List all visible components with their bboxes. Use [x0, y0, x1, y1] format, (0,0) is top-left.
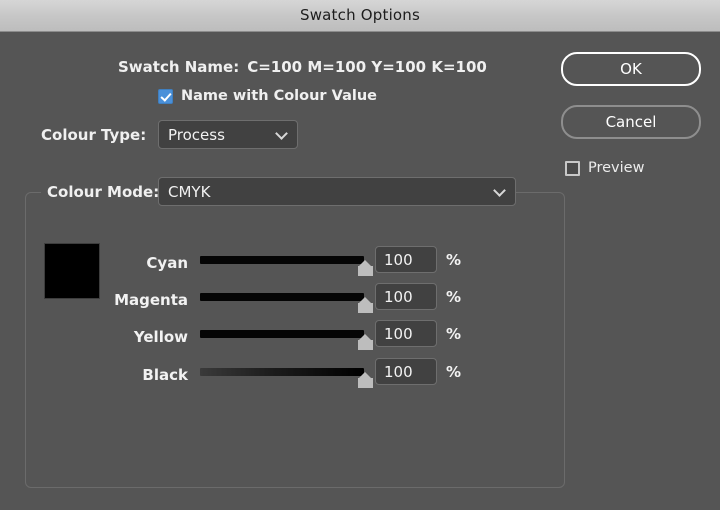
channel-row-black: Black 100 %: [110, 362, 470, 390]
channel-input-yellow[interactable]: 100: [375, 320, 437, 347]
channel-label-cyan: Cyan: [110, 254, 188, 272]
channel-slider-handle-black[interactable]: [358, 372, 373, 388]
channel-row-yellow: Yellow 100 %: [110, 324, 470, 352]
swatch-options-dialog: Swatch Options Swatch Name: C=100 M=100 Y…: [0, 0, 720, 510]
ok-button[interactable]: OK: [561, 52, 701, 86]
channel-unit-magenta: %: [446, 288, 461, 306]
chevron-down-icon: [495, 186, 505, 196]
channel-unit-yellow: %: [446, 325, 461, 343]
channel-label-yellow: Yellow: [110, 328, 188, 346]
channel-unit-cyan: %: [446, 251, 461, 269]
name-with-colour-value-checkbox[interactable]: [158, 89, 173, 104]
channel-input-magenta[interactable]: 100: [375, 283, 437, 310]
channel-slider-track-black[interactable]: [200, 368, 364, 376]
colour-mode-label: Colour Mode:: [41, 183, 165, 201]
name-with-colour-value-label: Name with Colour Value: [181, 88, 377, 104]
swatch-name-value: C=100 M=100 Y=100 K=100: [247, 58, 487, 76]
preview-row[interactable]: Preview: [565, 160, 644, 176]
channel-label-magenta: Magenta: [110, 291, 188, 309]
colour-type-select[interactable]: Process: [158, 120, 298, 149]
colour-mode-select[interactable]: CMYK: [158, 177, 516, 206]
swatch-colour-preview: [44, 243, 100, 299]
channel-input-black[interactable]: 100: [375, 358, 437, 385]
channel-label-black: Black: [110, 366, 188, 384]
colour-mode-value: CMYK: [168, 183, 210, 201]
channel-row-magenta: Magenta 100 %: [110, 287, 470, 315]
channel-slider-handle-yellow[interactable]: [358, 334, 373, 350]
cancel-button[interactable]: Cancel: [561, 105, 701, 139]
channel-slider-track-magenta[interactable]: [200, 293, 364, 301]
channel-slider-track-cyan[interactable]: [200, 256, 364, 264]
swatch-name-row: Swatch Name: C=100 M=100 Y=100 K=100: [118, 58, 487, 76]
preview-label: Preview: [588, 160, 644, 176]
swatch-name-label: Swatch Name:: [118, 58, 239, 76]
window-title: Swatch Options: [0, 0, 720, 31]
chevron-down-icon: [277, 129, 287, 139]
channel-slider-handle-magenta[interactable]: [358, 297, 373, 313]
preview-checkbox[interactable]: [565, 161, 580, 176]
channel-input-cyan[interactable]: 100: [375, 246, 437, 273]
colour-type-value: Process: [168, 126, 225, 144]
channel-slider-track-yellow[interactable]: [200, 330, 364, 338]
channel-slider-handle-cyan[interactable]: [358, 260, 373, 276]
name-with-colour-value-row[interactable]: Name with Colour Value: [158, 88, 377, 104]
colour-type-label: Colour Type:: [41, 126, 146, 144]
channel-row-cyan: Cyan 100 %: [110, 250, 470, 278]
channel-unit-black: %: [446, 363, 461, 381]
title-bar: Swatch Options: [0, 0, 720, 32]
